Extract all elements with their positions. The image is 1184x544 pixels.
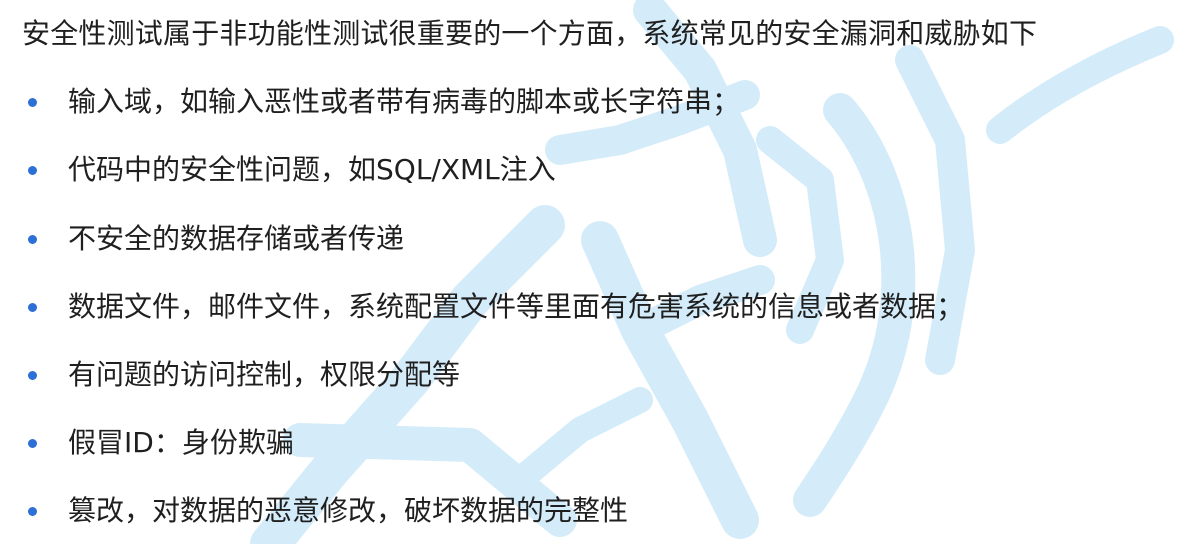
bullet-icon bbox=[28, 165, 37, 175]
list-item: 假冒ID：身份欺骗 bbox=[26, 423, 294, 463]
list-item: 输入域，如输入恶性或者带有病毒的脚本或长字符串； bbox=[26, 82, 740, 122]
list-item-text: 不安全的数据存储或者传递 bbox=[68, 222, 405, 255]
list-item: 代码中的安全性问题，如SQL/XML注入 bbox=[26, 150, 556, 190]
list-item-text: 数据文件，邮件文件，系统配置文件等里面有危害系统的信息或者数据； bbox=[68, 290, 965, 323]
list-item: 有问题的访问控制，权限分配等 bbox=[26, 355, 460, 395]
list-item: 篡改，对数据的恶意修改，破坏数据的完整性 bbox=[26, 491, 628, 531]
list-item-text: 有问题的访问控制，权限分配等 bbox=[68, 358, 461, 391]
list-item: 不安全的数据存储或者传递 bbox=[26, 219, 404, 259]
bullet-icon bbox=[28, 302, 37, 312]
list-item-text: 代码中的安全性问题，如SQL/XML注入 bbox=[68, 153, 556, 186]
list-item-text: 篡改，对数据的恶意修改，破坏数据的完整性 bbox=[68, 494, 629, 527]
list-item-text: 输入域，如输入恶性或者带有病毒的脚本或长字符串； bbox=[68, 85, 741, 118]
slide-heading: 安全性测试属于非功能性测试很重要的一个方面，系统常见的安全漏洞和威胁如下 bbox=[22, 17, 1038, 50]
bullet-icon bbox=[28, 234, 37, 244]
list-item: 数据文件，邮件文件，系统配置文件等里面有危害系统的信息或者数据； bbox=[26, 287, 964, 327]
bullet-icon bbox=[28, 370, 37, 380]
bullet-icon bbox=[28, 506, 37, 516]
bullet-icon bbox=[28, 97, 37, 107]
slide: 安全性测试属于非功能性测试很重要的一个方面，系统常见的安全漏洞和威胁如下 输入域… bbox=[0, 0, 1184, 544]
bullet-icon bbox=[28, 438, 37, 448]
slide-content: 安全性测试属于非功能性测试很重要的一个方面，系统常见的安全漏洞和威胁如下 输入域… bbox=[0, 0, 1184, 544]
list-item-text: 假冒ID：身份欺骗 bbox=[68, 426, 294, 459]
